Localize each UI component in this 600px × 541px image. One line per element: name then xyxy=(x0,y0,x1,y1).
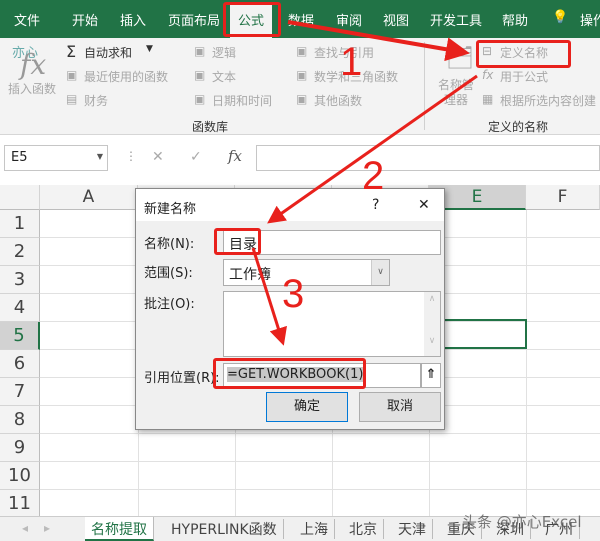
arrow-3 xyxy=(251,247,287,346)
step-label-1: 1 xyxy=(340,40,363,84)
annotation-arrows xyxy=(251,20,478,346)
step-label-2: 2 xyxy=(362,154,385,198)
arrow-1 xyxy=(287,20,470,62)
step-label-3: 3 xyxy=(282,272,305,316)
